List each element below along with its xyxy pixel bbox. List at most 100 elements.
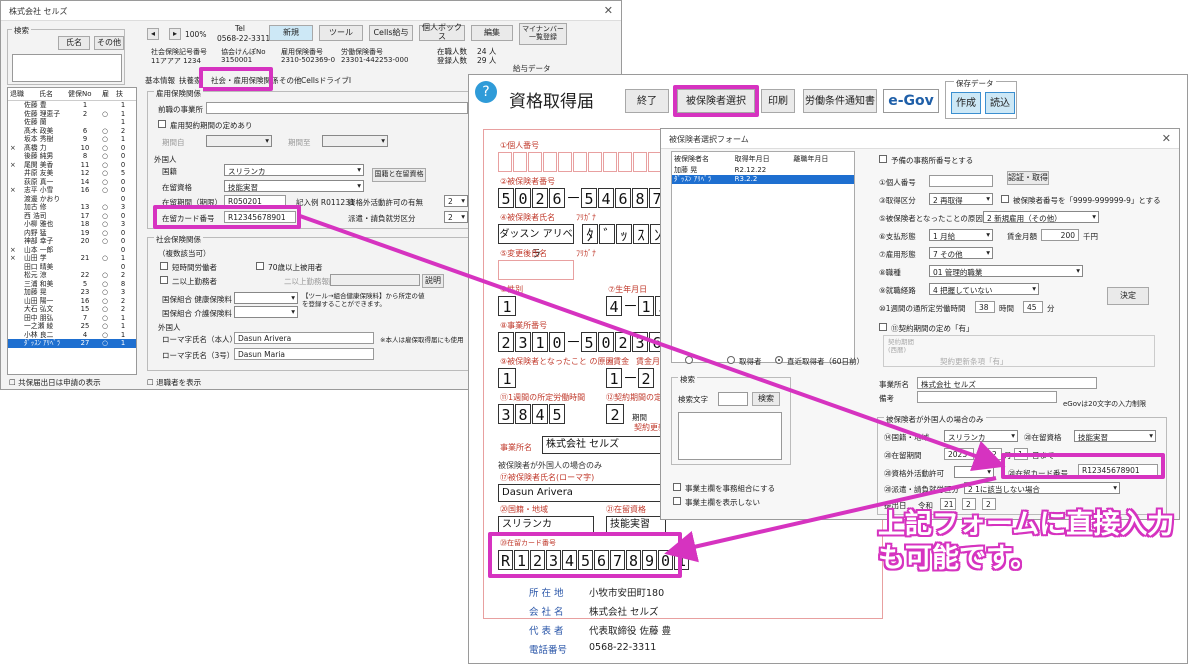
- r-kojin-input[interactable]: [929, 175, 993, 187]
- office-name-field[interactable]: 株式会社 セルズ: [542, 436, 662, 454]
- contract-field[interactable]: 2: [606, 404, 624, 424]
- employee-row[interactable]: 加古 修 13 ○ 3: [8, 203, 136, 212]
- henko-field[interactable]: [498, 260, 574, 280]
- edit-button[interactable]: 編集: [471, 25, 513, 41]
- keiro-select[interactable]: 4 把握していない: [929, 283, 1039, 295]
- kojin-cell[interactable]: [633, 152, 647, 172]
- koyo-period-checkbox[interactable]: [158, 120, 166, 128]
- keiyaku-checkbox[interactable]: [879, 323, 887, 331]
- chingin-input[interactable]: 200: [1041, 229, 1079, 241]
- employee-row[interactable]: 坂本 秀樹 9 ○ 1: [8, 135, 136, 144]
- decide-button[interactable]: 決定: [1107, 287, 1149, 305]
- employee-row[interactable]: 加藤 晃 23 ○ 3: [8, 288, 136, 297]
- name-sort-button[interactable]: 氏名: [58, 36, 90, 50]
- employee-row[interactable]: 小林 良二 4 ○ 1: [8, 331, 136, 340]
- employee-row[interactable]: 一之瀬 綾 25 ○ 1: [8, 322, 136, 331]
- dialog-search-input[interactable]: [718, 392, 748, 406]
- labor-notice-button[interactable]: 労働条件通知書: [803, 89, 877, 113]
- employee-row[interactable]: 三浦 和美 5 ○ 8: [8, 280, 136, 289]
- help-icon[interactable]: ?: [475, 81, 497, 103]
- roma-input[interactable]: Dasun Arivera: [234, 332, 374, 344]
- employee-row[interactable]: 田中 朋弘 7 ○ 1: [8, 314, 136, 323]
- egov-logo[interactable]: e-Gov: [883, 89, 939, 113]
- employee-row[interactable]: ﾀﾞｯｽﾝ ｱﾘﾍﾞﾗ 27 ○ 1: [8, 339, 136, 348]
- prev-page-button[interactable]: ◂: [147, 28, 159, 40]
- radio-all[interactable]: [685, 356, 693, 364]
- period-to-select[interactable]: [322, 135, 388, 147]
- yotei-checkbox[interactable]: [879, 155, 887, 163]
- personal-box-button[interactable]: 個人ボックス: [419, 23, 465, 41]
- chk-hide[interactable]: [673, 497, 681, 505]
- kojin-cell[interactable]: [588, 152, 602, 172]
- mynumber-button[interactable]: マイナンバー 一覧登録: [519, 23, 567, 45]
- dialog-search-button[interactable]: 検索: [752, 392, 780, 406]
- insured-row[interactable]: ﾀﾞｯｽﾝ ｱﾘﾍﾞﾗ R3.2.2: [672, 175, 854, 184]
- two-office-checkbox[interactable]: [160, 276, 168, 284]
- kojin-cell[interactable]: [558, 152, 572, 172]
- two-office-input[interactable]: [330, 274, 420, 286]
- genin-select[interactable]: 2 新規雇用（その他）: [983, 211, 1099, 223]
- employee-row[interactable]: 小柳 雅也 18 ○ 3: [8, 220, 136, 229]
- search-input[interactable]: [12, 54, 122, 82]
- employee-row[interactable]: × 山田 学 21 ○ 1: [8, 254, 136, 263]
- haken-select[interactable]: 2: [444, 211, 468, 223]
- kojin-cell[interactable]: [618, 152, 632, 172]
- employee-row[interactable]: × 髙橋 力 10 ○ 0: [8, 144, 136, 153]
- kojin-cell[interactable]: [543, 152, 557, 172]
- new-button[interactable]: 新規: [269, 25, 313, 41]
- employee-row[interactable]: 後藤 純男 8 ○ 0: [8, 152, 136, 161]
- employee-row[interactable]: × 山本 一郎 0: [8, 246, 136, 255]
- kokuseki-select[interactable]: スリランカ: [944, 430, 1018, 442]
- employee-row[interactable]: 井原 友美 12 ○ 5: [8, 169, 136, 178]
- roma-form-field[interactable]: Dasun Arivera: [498, 484, 666, 502]
- reason-field[interactable]: 1: [498, 368, 516, 388]
- hours-m-input[interactable]: 45: [1023, 301, 1043, 313]
- kubun-select[interactable]: 2 再取得: [929, 193, 993, 205]
- ninsho-button[interactable]: 認証・取得: [1007, 171, 1049, 185]
- insured-row[interactable]: 加藤 晃 R2.12.22: [672, 166, 854, 175]
- employee-row[interactable]: 渡邊 かおり 0: [8, 195, 136, 204]
- biko-input[interactable]: [917, 391, 1057, 403]
- employee-row[interactable]: 大石 弘文 15 ○ 2: [8, 305, 136, 314]
- kubun-checkbox[interactable]: [1001, 195, 1009, 203]
- dialog-office-input[interactable]: 株式会社 セルズ: [917, 377, 1097, 389]
- kikan-month[interactable]: 2: [988, 448, 1002, 460]
- employee-row[interactable]: 髙木 政美 6 ○ 2: [8, 127, 136, 136]
- shokushu-select[interactable]: 01 管理的職業: [929, 265, 1083, 277]
- kojin-cell[interactable]: [528, 152, 542, 172]
- tab-cells-drive[interactable]: CellsドライブⅠ: [301, 75, 351, 86]
- residence-button[interactable]: 国籍と在留資格: [372, 168, 426, 182]
- katsudo-select[interactable]: [954, 466, 994, 478]
- permit-select[interactable]: 2: [444, 195, 468, 207]
- tab-other[interactable]: その他: [279, 75, 302, 86]
- tool-button[interactable]: ツール: [319, 25, 363, 41]
- next-page-button[interactable]: ▸: [169, 28, 181, 40]
- tab-kihon[interactable]: 基本情報: [145, 75, 175, 86]
- employee-row[interactable]: × 志平 小雪 16 ○ 0: [8, 186, 136, 195]
- kumiai-kenpo-select[interactable]: [234, 292, 298, 304]
- roma3-input[interactable]: Dasun Maria: [234, 348, 374, 360]
- bottom-option2[interactable]: ☐ 退職者を表示: [147, 377, 201, 388]
- dialog-close-icon[interactable]: ✕: [1162, 132, 1171, 145]
- dialog-search-results[interactable]: [678, 412, 782, 460]
- hours-h-input[interactable]: 38: [975, 301, 995, 313]
- over70-checkbox[interactable]: [256, 262, 264, 270]
- kumiai-kaigo-select[interactable]: [234, 306, 298, 318]
- employee-row[interactable]: 佐藤 蘭 1: [8, 118, 136, 127]
- sex-field[interactable]: 1: [498, 296, 516, 316]
- employee-row[interactable]: 田口 晴美 0: [8, 263, 136, 272]
- name-field[interactable]: ダッスン アリベラ: [498, 224, 574, 260]
- explain-button[interactable]: 説明: [422, 274, 444, 288]
- make-button[interactable]: 作成: [951, 92, 981, 114]
- end-button[interactable]: 終了: [625, 89, 669, 113]
- employee-row[interactable]: 荻原 真一 14 ○ 0: [8, 178, 136, 187]
- bottom-option1[interactable]: ☐ 共保届出日は申請の表示: [9, 377, 101, 388]
- kojin-cell[interactable]: [603, 152, 617, 172]
- shiharai-select[interactable]: 1 月給: [929, 229, 993, 241]
- radio-acq[interactable]: [727, 356, 735, 364]
- employee-row[interactable]: 神部 幸子 20 ○ 0: [8, 237, 136, 246]
- status-select[interactable]: 技能実習: [224, 180, 364, 192]
- read-button[interactable]: 読込: [985, 92, 1015, 114]
- print-button[interactable]: 印刷: [761, 89, 795, 113]
- employee-row[interactable]: 西 浩司 17 ○ 0: [8, 212, 136, 221]
